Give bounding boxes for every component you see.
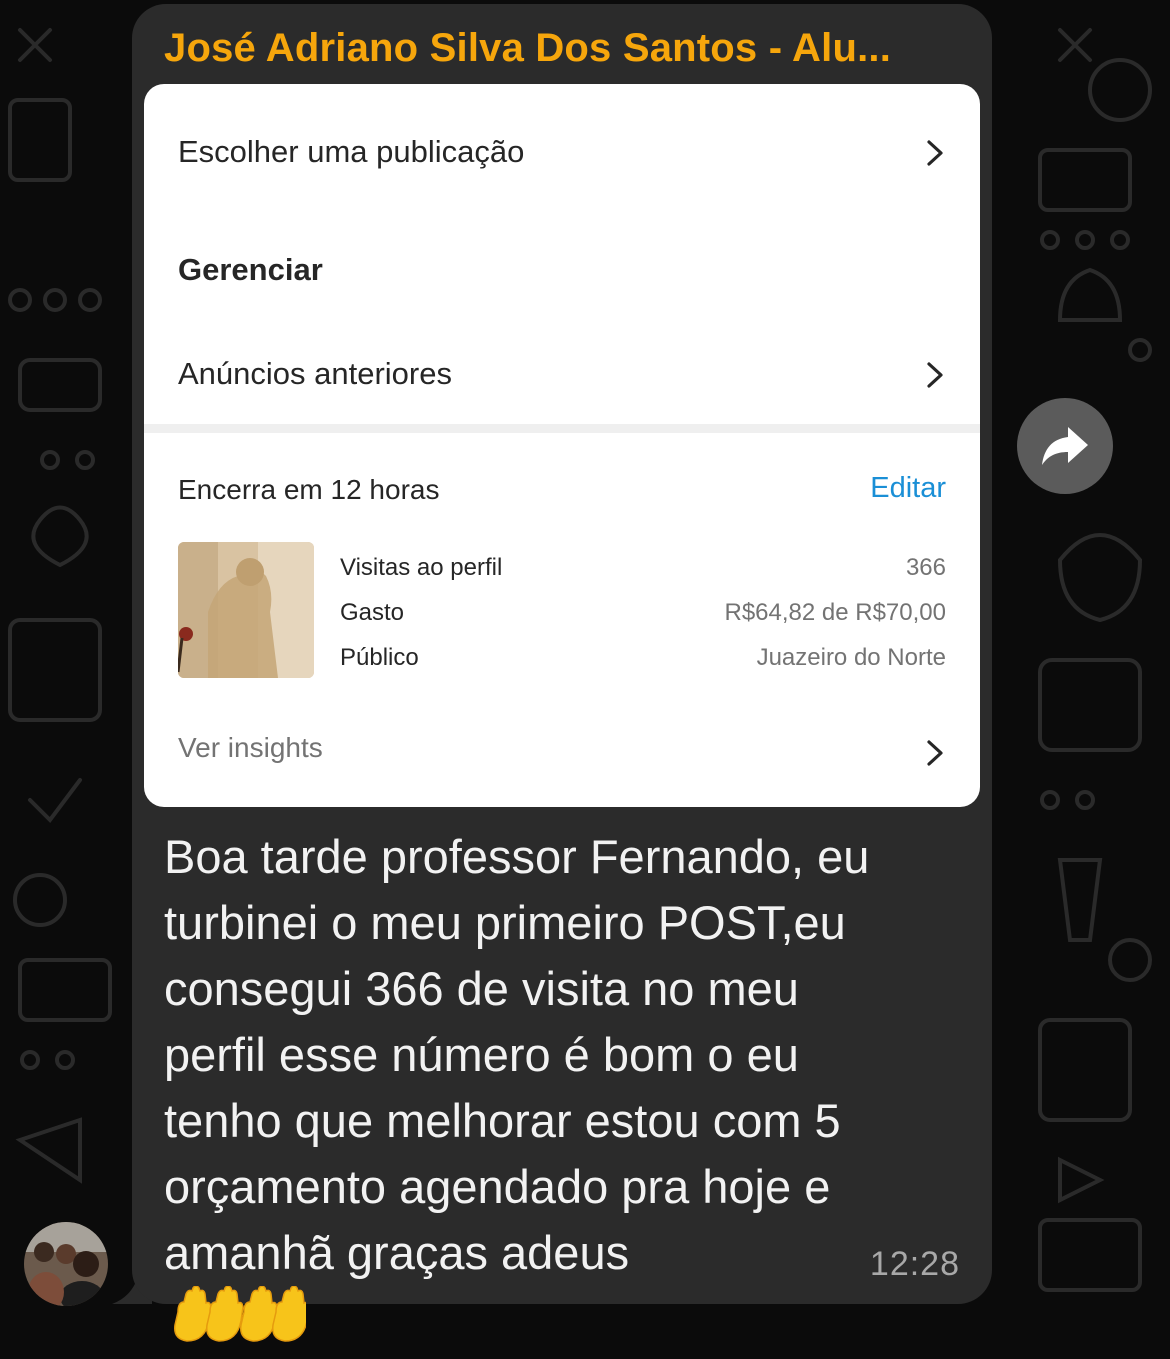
- section-divider: [144, 424, 980, 433]
- choose-post-row[interactable]: Escolher uma publicação: [178, 134, 946, 170]
- sender-avatar[interactable]: [24, 1222, 108, 1306]
- ad-screenshot-card[interactable]: Escolher uma publicação Gerenciar Anúnci…: [144, 84, 980, 807]
- ad-thumbnail[interactable]: [178, 542, 314, 678]
- stat-label-spent: Gasto: [340, 599, 405, 626]
- edit-link[interactable]: Editar: [870, 472, 946, 505]
- raising-hands-emoji: [172, 1285, 964, 1359]
- chevron-right-icon: [927, 740, 943, 766]
- stat-value-audience: Juazeiro do Norte: [756, 644, 946, 671]
- ends-in-label: Encerra em 12 horas: [178, 474, 440, 505]
- stat-label-audience: Público: [340, 644, 419, 671]
- message-line: orçamento agendado pra hoje e: [164, 1160, 831, 1213]
- see-insights-row[interactable]: Ver insights: [178, 732, 946, 766]
- avatar-photo: [24, 1222, 108, 1306]
- message-line: turbinei o meu primeiro POST,eu: [164, 896, 846, 949]
- message-line: Boa tarde professor Fernando, eu: [164, 830, 870, 883]
- message-line: tenho que melhorar estou com 5: [164, 1094, 841, 1147]
- message-last-line: amanhã graças adeus: [164, 1220, 964, 1359]
- stat-label-profile-visits: Visitas ao perfil: [340, 554, 503, 581]
- sender-name[interactable]: José Adriano Silva Dos Santos - Alu...: [164, 26, 964, 71]
- forward-button[interactable]: [1017, 398, 1113, 494]
- choose-post-label: Escolher uma publicação: [178, 134, 525, 169]
- post-image: [178, 542, 314, 678]
- message-line: perfil esse número é bom o eu: [164, 1028, 799, 1081]
- chevron-right-icon: [927, 362, 943, 388]
- manage-heading: Gerenciar: [178, 252, 323, 287]
- stat-value-spent: R$64,82 de R$70,00: [724, 599, 946, 626]
- chevron-right-icon: [927, 140, 943, 166]
- message-bubble[interactable]: José Adriano Silva Dos Santos - Alu... E…: [132, 4, 992, 1342]
- past-ads-row[interactable]: Anúncios anteriores: [178, 356, 946, 392]
- share-arrow-icon: [1042, 427, 1088, 465]
- raising-hands-icon: [174, 1285, 310, 1342]
- message-line: consegui 366 de visita no meu: [164, 962, 799, 1015]
- see-insights-label: Ver insights: [178, 732, 323, 763]
- message-text[interactable]: Boa tarde professor Fernando, eu turbine…: [164, 824, 964, 1359]
- message-line: amanhã graças adeus: [164, 1226, 630, 1279]
- past-ads-label: Anúncios anteriores: [178, 356, 452, 391]
- message-time: 12:28: [869, 1245, 960, 1283]
- stat-value-profile-visits: 366: [905, 554, 946, 581]
